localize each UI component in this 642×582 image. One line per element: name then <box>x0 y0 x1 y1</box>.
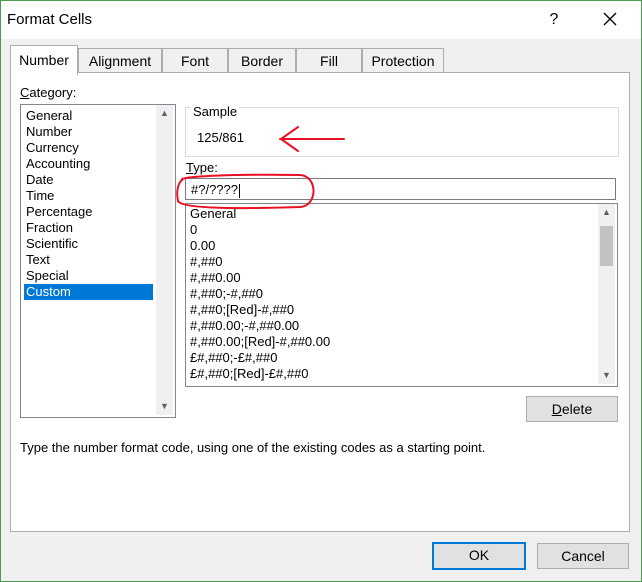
type-input-value: #?/???? <box>191 182 238 197</box>
format-list-scrollbar[interactable]: ▲ ▼ <box>598 204 615 384</box>
sample-value: 125/861 <box>197 130 244 145</box>
type-input[interactable]: #?/???? <box>185 178 616 200</box>
scroll-down-icon[interactable]: ▼ <box>598 367 615 384</box>
format-item[interactable]: #,##0 <box>190 254 223 270</box>
format-item[interactable]: £#,##0;[Red]-£#,##0 <box>190 366 309 382</box>
close-icon <box>603 12 617 26</box>
format-item[interactable]: #,##0;[Red]-#,##0 <box>190 302 294 318</box>
format-item[interactable]: #,##0.00;-#,##0.00 <box>190 318 299 334</box>
format-item[interactable]: #,##0;-#,##0 <box>190 286 263 302</box>
tab-alignment[interactable]: Alignment <box>78 48 162 73</box>
tab-fill[interactable]: Fill <box>296 48 362 73</box>
format-item[interactable]: 0 <box>190 222 197 238</box>
category-item-accounting[interactable]: Accounting <box>24 156 153 172</box>
category-item-text[interactable]: Text <box>24 252 153 268</box>
scroll-up-icon[interactable]: ▲ <box>598 204 615 221</box>
category-item-date[interactable]: Date <box>24 172 153 188</box>
format-code-list[interactable]: General 0 0.00 #,##0 #,##0.00 #,##0;-#,#… <box>185 203 618 387</box>
tab-number[interactable]: Number <box>10 45 78 75</box>
sample-caption: Sample <box>191 104 240 119</box>
title-bar: Format Cells ? <box>1 1 641 39</box>
scroll-up-icon[interactable]: ▲ <box>156 105 173 122</box>
category-item-currency[interactable]: Currency <box>24 140 153 156</box>
cancel-button[interactable]: Cancel <box>537 543 629 569</box>
category-label: Category: <box>20 85 77 100</box>
category-item-special[interactable]: Special <box>24 268 153 284</box>
close-button[interactable] <box>595 7 625 33</box>
delete-button[interactable]: Delete <box>526 396 618 422</box>
category-item-time[interactable]: Time <box>24 188 153 204</box>
tab-font[interactable]: Font <box>162 48 228 73</box>
category-scrollbar[interactable]: ▲ ▼ <box>156 105 173 415</box>
dialog-title: Format Cells <box>7 11 93 28</box>
category-item-fraction[interactable]: Fraction <box>24 220 153 236</box>
format-item[interactable]: #,##0.00 <box>190 270 241 286</box>
sample-group <box>185 107 619 157</box>
format-item[interactable]: #,##0.00;[Red]-#,##0.00 <box>190 334 330 350</box>
tab-protection[interactable]: Protection <box>362 48 444 73</box>
format-item[interactable]: £#,##0;-£#,##0 <box>190 350 277 366</box>
tab-border[interactable]: Border <box>228 48 296 73</box>
category-item-percentage[interactable]: Percentage <box>24 204 153 220</box>
type-label: Type: <box>186 160 218 175</box>
format-item[interactable]: General <box>190 206 236 222</box>
category-item-scientific[interactable]: Scientific <box>24 236 153 252</box>
text-caret <box>239 183 240 198</box>
scroll-thumb[interactable] <box>600 226 613 266</box>
category-item-custom[interactable]: Custom <box>24 284 153 300</box>
help-button[interactable]: ? <box>543 9 565 31</box>
ok-button[interactable]: OK <box>432 542 526 570</box>
format-item[interactable]: 0.00 <box>190 238 215 254</box>
category-list[interactable]: General Number Currency Accounting Date … <box>20 104 176 418</box>
scroll-down-icon[interactable]: ▼ <box>156 398 173 415</box>
category-item-number[interactable]: Number <box>24 124 153 140</box>
description-text: Type the number format code, using one o… <box>20 440 486 455</box>
category-item-general[interactable]: General <box>24 108 153 124</box>
